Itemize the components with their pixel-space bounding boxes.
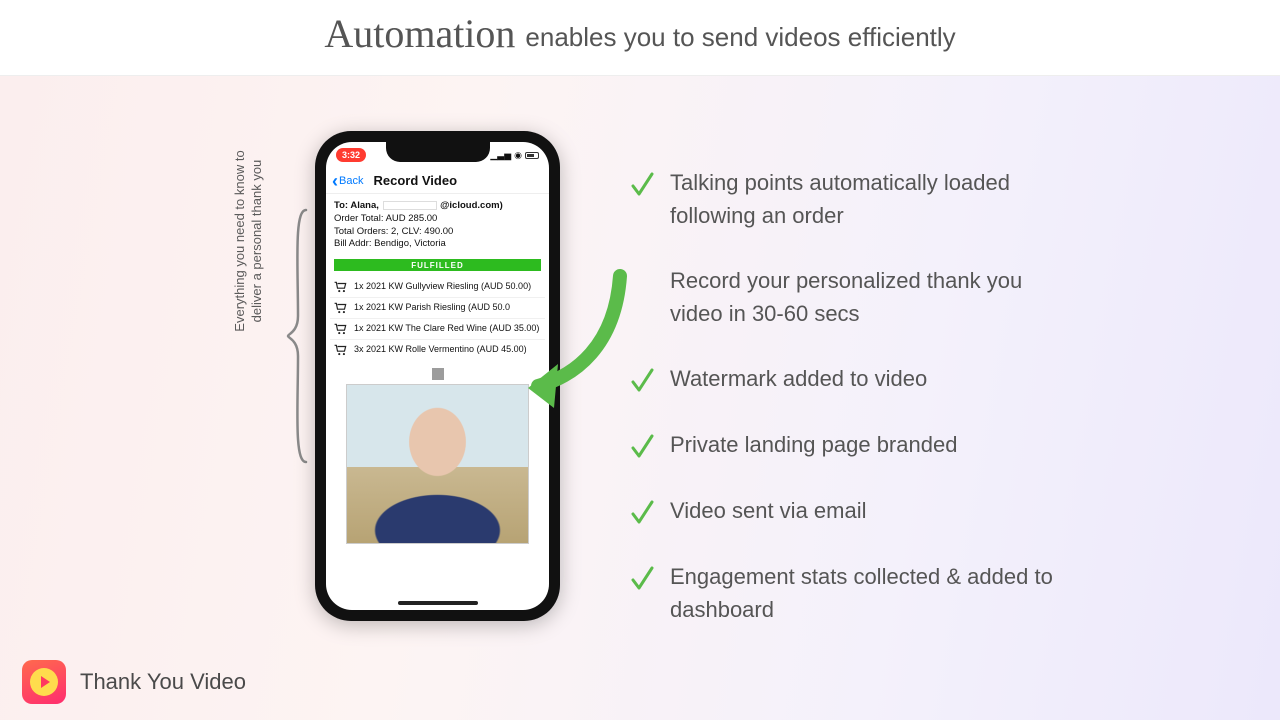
main-content: Everything you need to know to deliver a…: [0, 76, 1280, 720]
feature-text: Talking points automatically loaded foll…: [670, 166, 1070, 232]
feature-text: Private landing page branded: [670, 428, 957, 461]
cart-icon: [334, 281, 348, 293]
to-email-suffix: @icloud.com): [440, 200, 503, 211]
arrow-icon: [520, 256, 630, 426]
cart-icon: [334, 302, 348, 314]
brand-badge: Thank You Video: [22, 660, 246, 704]
feature-item: Talking points automatically loaded foll…: [630, 166, 1200, 232]
check-icon: [630, 498, 654, 528]
signal-icon: ▁▃▅: [490, 150, 511, 161]
feature-item: Engagement stats collected & added to da…: [630, 560, 1200, 626]
meta-order-total: Order Total: AUD 285.00: [334, 213, 541, 226]
feature-item: Watermark added to video: [630, 362, 1200, 396]
feature-item: Private landing page branded: [630, 428, 1200, 462]
line-item-text: 1x 2021 KW Parish Riesling (AUD 50.0: [354, 302, 510, 313]
line-item: 1x 2021 KW Parish Riesling (AUD 50.0: [330, 298, 545, 319]
video-preview: [346, 384, 529, 544]
home-indicator: [398, 601, 478, 605]
feature-text: Video sent via email: [670, 494, 867, 527]
status-right: ▁▃▅ ◉: [490, 150, 539, 161]
brace-icon: [284, 206, 310, 466]
line-item-text: 1x 2021 KW The Clare Red Wine (AUD 35.00…: [354, 323, 539, 334]
stop-recording-button[interactable]: [432, 368, 444, 380]
header-rest: enables you to send videos efficiently: [525, 22, 955, 53]
meta-bill-addr: Bill Addr: Bendigo, Victoria: [334, 238, 541, 251]
to-name: Alana,: [350, 200, 379, 211]
feature-list: Talking points automatically loaded foll…: [630, 166, 1200, 626]
feature-text: Watermark added to video: [670, 362, 927, 395]
feature-text: Engagement stats collected & added to da…: [670, 560, 1070, 626]
vertical-caption: Everything you need to know to deliver a…: [232, 106, 266, 376]
meta-total-orders: Total Orders: 2, CLV: 490.00: [334, 226, 541, 239]
play-circle-icon: [30, 668, 58, 696]
back-button[interactable]: Back: [332, 175, 363, 187]
to-prefix: To:: [334, 200, 350, 211]
automation-word: Automation: [324, 10, 515, 57]
check-icon: [630, 564, 654, 594]
cart-icon: [334, 344, 348, 356]
feature-item: Record your personalized thank you video…: [630, 264, 1200, 330]
navbar: Back Record Video: [326, 168, 549, 194]
cart-icon: [334, 323, 348, 335]
status-time: 3:32: [336, 148, 366, 162]
vertical-caption-line1: Everything you need to know to: [232, 106, 249, 376]
feature-item: Video sent via email: [630, 494, 1200, 528]
phone-screen: 3:32 ▁▃▅ ◉ Back Record Video To: Alana, …: [326, 142, 549, 610]
play-icon: [41, 676, 50, 688]
line-items: 1x 2021 KW Gullyview Riesling (AUD 50.00…: [326, 271, 549, 362]
line-item: 1x 2021 KW The Clare Red Wine (AUD 35.00…: [330, 319, 545, 340]
check-icon: [630, 366, 654, 396]
wifi-icon: ◉: [514, 150, 522, 161]
feature-text: Record your personalized thank you video…: [670, 264, 1070, 330]
vertical-caption-line2: deliver a personal thank you: [249, 106, 266, 376]
line-item: 3x 2021 KW Rolle Vermentino (AUD 45.00): [330, 340, 545, 360]
brand-icon: [22, 660, 66, 704]
check-icon: [630, 170, 654, 200]
line-item-text: 1x 2021 KW Gullyview Riesling (AUD 50.00…: [354, 281, 531, 292]
line-item-text: 3x 2021 KW Rolle Vermentino (AUD 45.00): [354, 344, 527, 355]
page-header: Automation enables you to send videos ef…: [0, 0, 1280, 76]
redacted-email: [383, 201, 437, 210]
nav-title: Record Video: [373, 173, 457, 188]
phone-notch: [386, 142, 490, 162]
order-meta: To: Alana, @icloud.com) Order Total: AUD…: [326, 194, 549, 255]
status-badge: FULFILLED: [334, 259, 541, 271]
check-icon: [630, 432, 654, 462]
brand-name: Thank You Video: [80, 669, 246, 695]
battery-icon: [525, 152, 539, 159]
line-item: 1x 2021 KW Gullyview Riesling (AUD 50.00…: [330, 277, 545, 298]
